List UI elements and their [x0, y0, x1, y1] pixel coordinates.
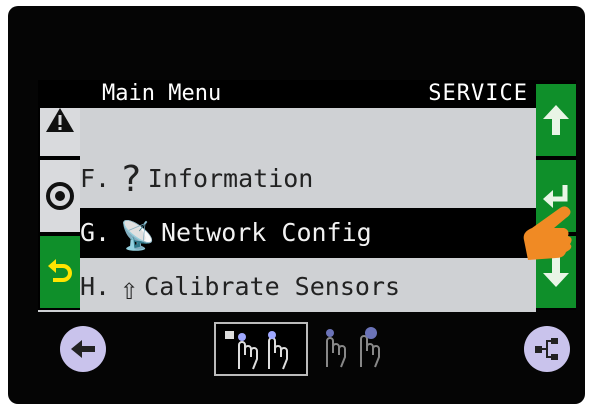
undo-icon [48, 259, 72, 282]
menu-item-text: Network Config [160, 218, 372, 247]
menu-item-letter: F. [80, 164, 111, 193]
arrow-left-icon [71, 340, 95, 358]
menu-title: Main Menu [102, 81, 222, 106]
stop-circle-icon [46, 182, 74, 210]
undo-button[interactable] [40, 236, 80, 308]
menu-item-calibrate-sensors[interactable]: H. ⇧ Calibrate Sensors [80, 262, 536, 312]
arrow-up-icon [543, 105, 569, 135]
tap-gesture-button[interactable] [308, 322, 398, 372]
menu-item-network-config[interactable]: G. 📡 Network Config [80, 208, 536, 258]
scroll-up-button[interactable] [536, 84, 576, 156]
two-finger-lock-gesture-icon [225, 331, 288, 370]
satellite-dish-icon: 📡 [120, 219, 155, 252]
menu-item-text: Calibrate Sensors [144, 272, 401, 301]
lock-gesture-button[interactable] [214, 322, 308, 376]
back-button[interactable] [60, 326, 106, 372]
stop-button[interactable] [40, 160, 80, 232]
pointing-finger-icon [523, 206, 572, 260]
two-finger-tap-gesture-icon [326, 327, 380, 368]
network-tree-icon [535, 338, 558, 360]
menu-header: Main Menu SERVICE [38, 80, 536, 108]
menu-item-information[interactable]: F.? Information [80, 154, 536, 204]
arrow-up-circle-icon: ⇧ [120, 272, 139, 307]
question-mark-icon: ? [120, 159, 142, 200]
service-mode-label: SERVICE [428, 81, 528, 106]
menu-item-letter: H. [80, 272, 111, 301]
bottom-bar [8, 312, 585, 404]
menu-item-letter: G. [80, 218, 111, 247]
warning-icon [46, 108, 74, 132]
menu-item-text: Information [147, 164, 314, 193]
left-button-column [38, 80, 80, 310]
right-button-column [536, 80, 576, 310]
network-button[interactable] [524, 326, 570, 372]
